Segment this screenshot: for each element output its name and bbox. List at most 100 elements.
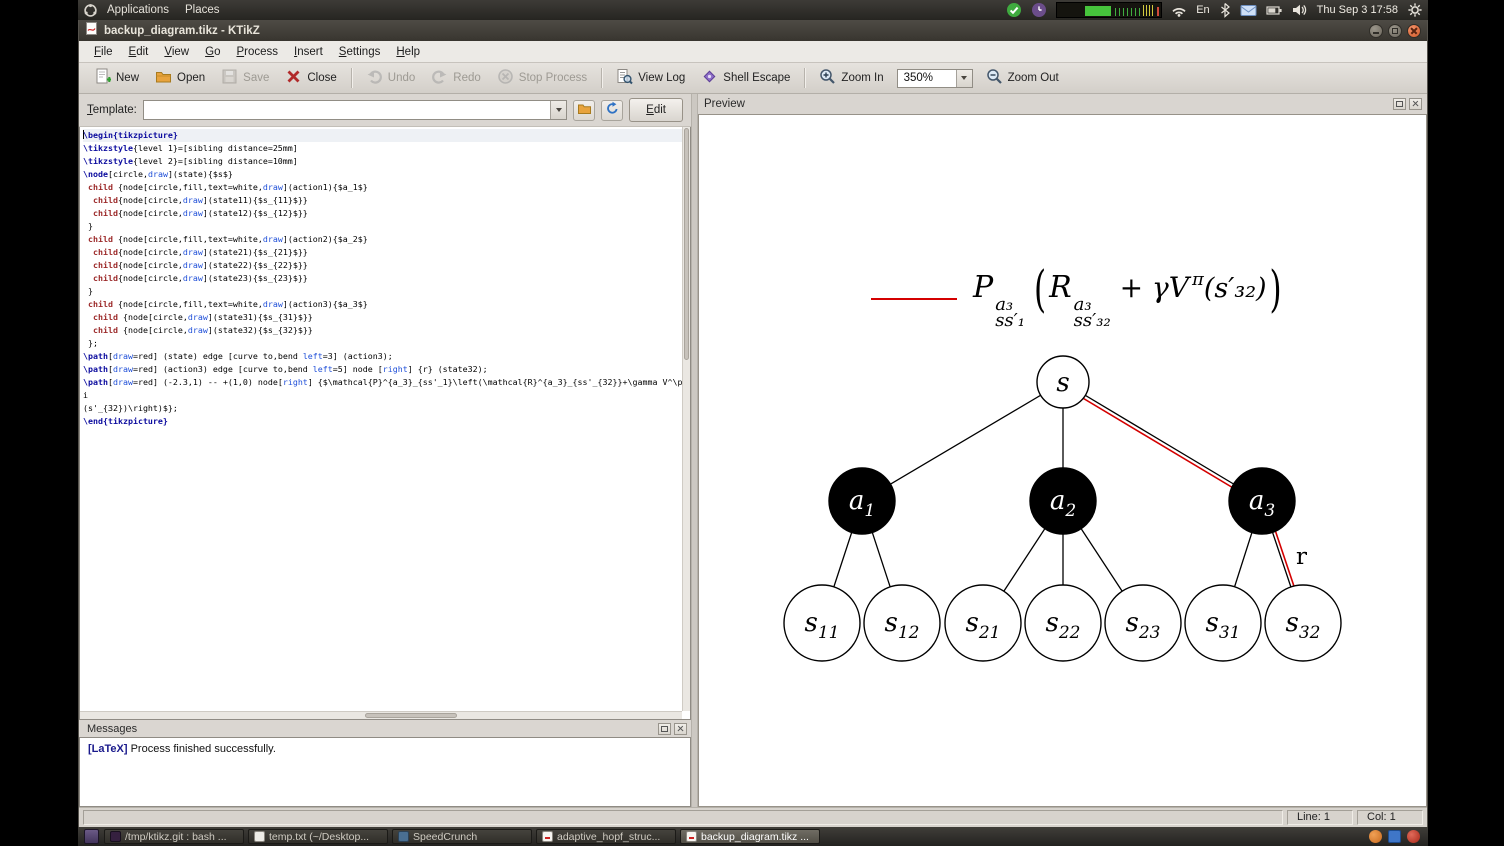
vertical-scrollbar-thumb[interactable] <box>684 128 689 360</box>
toolbar: New Open Save Close Undo Redo Stop Proce… <box>79 63 1427 94</box>
code-line-9[interactable]: child {node[circle,fill,text=white,draw]… <box>83 233 686 246</box>
show-desktop-icon[interactable] <box>84 829 99 844</box>
template-reload-button[interactable] <box>601 99 624 121</box>
clock[interactable]: Thu Sep 3 17:58 <box>1317 4 1398 16</box>
taskbar-item[interactable]: SpeedCrunch <box>392 829 532 844</box>
menu-go[interactable]: Go <box>198 44 227 60</box>
code-line-13[interactable]: } <box>83 285 686 298</box>
code-line-19[interactable]: \path[draw=red] (action3) edge [curve to… <box>83 363 686 376</box>
code-line-20[interactable]: \path[draw=red] (-2.3,1) -- +(1,0) node[… <box>83 376 686 402</box>
keyboard-layout-indicator[interactable]: En <box>1196 4 1209 16</box>
menu-process[interactable]: Process <box>229 44 285 60</box>
code-line-10[interactable]: child{node[circle,draw](state21){$s_{21}… <box>83 246 686 259</box>
wifi-icon[interactable] <box>1171 3 1187 17</box>
code-line-21[interactable]: (s'_{32})\right)$}; <box>83 402 686 415</box>
close-file-button[interactable]: Close <box>278 65 343 91</box>
taskbar-item[interactable]: temp.txt (~/Desktop... <box>248 829 388 844</box>
code-line-6[interactable]: child{node[circle,draw](state11){$s_{11}… <box>83 194 686 207</box>
close-preview-icon[interactable] <box>1409 98 1422 110</box>
window-title: backup_diagram.tikz - KTikZ <box>104 24 260 37</box>
code-line-11[interactable]: child{node[circle,draw](state22){$s_{22}… <box>83 259 686 272</box>
battery-icon[interactable] <box>1266 4 1283 17</box>
zoom-level-dropdown-arrow[interactable] <box>955 69 972 87</box>
tray-alert-icon[interactable] <box>1407 830 1420 843</box>
pane-splitter[interactable] <box>691 94 698 807</box>
taskbar-item[interactable]: adaptive_hopf_struc... <box>536 829 676 844</box>
updates-indicator-icon[interactable] <box>1006 2 1022 18</box>
bluetooth-icon[interactable] <box>1219 2 1231 18</box>
code-line-8[interactable]: } <box>83 220 686 233</box>
places-menu[interactable]: Places <box>178 0 227 20</box>
distributor-logo-icon[interactable] <box>83 3 98 18</box>
messages-title: Messages <box>87 722 138 735</box>
code-line-3[interactable]: \tikzstyle{level 2}=[sibling distance=10… <box>83 155 686 168</box>
template-dropdown-arrow[interactable] <box>550 101 567 119</box>
new-button[interactable]: New <box>87 65 146 91</box>
menu-edit[interactable]: Edit <box>122 44 156 60</box>
code-line-4[interactable]: \node[circle,draw](state){$s$} <box>83 168 686 181</box>
taskbar-item[interactable]: /tmp/ktikz.git : bash ... <box>104 829 244 844</box>
template-select[interactable] <box>142 100 568 120</box>
horizontal-scrollbar-thumb[interactable] <box>365 713 457 718</box>
menu-file[interactable]: File <box>87 44 120 60</box>
menu-insert[interactable]: Insert <box>287 44 330 60</box>
editor-vertical-scrollbar[interactable] <box>682 127 690 711</box>
system-monitor-indicator[interactable] <box>1056 2 1163 18</box>
close-messages-icon[interactable] <box>674 722 687 735</box>
template-browse-button[interactable] <box>573 99 596 121</box>
zoom-out-button[interactable]: Zoom Out <box>979 65 1066 91</box>
desktop: Applications Places En Thu Sep 3 17:58 b… <box>78 0 1428 846</box>
cursor-line-indicator: Line: 1 <box>1287 810 1353 825</box>
code-line-7[interactable]: child{node[circle,draw](state12){$s_{12}… <box>83 207 686 220</box>
taskbar-tray <box>1369 830 1422 843</box>
redo-button[interactable]: Redo <box>424 65 488 91</box>
code-line-12[interactable]: child{node[circle,draw](state23){$s_{23}… <box>83 272 686 285</box>
reload-icon <box>605 101 620 119</box>
titlebar[interactable]: backup_diagram.tikz - KTikZ <box>79 20 1427 41</box>
view-log-button[interactable]: View Log <box>609 65 692 91</box>
float-preview-icon[interactable] <box>1393 98 1406 110</box>
calc-icon <box>398 831 409 842</box>
session-gear-icon[interactable] <box>1407 2 1423 18</box>
code-line-16[interactable]: child {node[circle,draw](state32){$s_{32… <box>83 324 686 337</box>
menu-view[interactable]: View <box>157 44 196 60</box>
float-messages-icon[interactable] <box>658 722 671 735</box>
code-line-5[interactable]: child {node[circle,fill,text=white,draw]… <box>83 181 686 194</box>
code-line-17[interactable]: }; <box>83 337 686 350</box>
statusbar: Line: 1 Col: 1 <box>79 807 1427 827</box>
code-line-22[interactable]: \end{tikzpicture} <box>83 415 686 428</box>
save-button[interactable]: Save <box>214 65 276 91</box>
close-window-button[interactable] <box>1407 23 1421 38</box>
tray-app-icon[interactable] <box>1369 830 1382 843</box>
taskbar-item-label: /tmp/ktikz.git : bash ... <box>125 830 227 843</box>
messages-log: [LaTeX] Process finished successfully. <box>79 737 691 807</box>
volume-icon[interactable] <box>1292 3 1308 17</box>
editor-horizontal-scrollbar[interactable] <box>80 711 682 719</box>
undo-button[interactable]: Undo <box>359 65 423 91</box>
shell-escape-button[interactable]: Shell Escape <box>694 65 797 91</box>
applications-menu[interactable]: Applications <box>100 0 176 20</box>
tracker-indicator-icon[interactable] <box>1031 2 1047 18</box>
menu-settings[interactable]: Settings <box>332 44 388 60</box>
code-editor[interactable]: \begin{tikzpicture} \tikzstyle{level 1}=[… <box>79 127 691 720</box>
open-button[interactable]: Open <box>148 65 212 91</box>
code-line-15[interactable]: child {node[circle,draw](state31){$s_{31… <box>83 311 686 324</box>
maximize-button[interactable] <box>1388 23 1402 38</box>
code-line-1[interactable]: \begin{tikzpicture} <box>83 129 686 142</box>
taskbar-item-label: SpeedCrunch <box>413 830 478 843</box>
zoom-level-select[interactable]: 350% <box>896 68 973 88</box>
code-line-2[interactable]: \tikzstyle{level 1}=[sibling distance=25… <box>83 142 686 155</box>
stop-process-button[interactable]: Stop Process <box>490 65 594 91</box>
template-edit-button[interactable]: Edit <box>629 98 683 122</box>
code-line-14[interactable]: child {node[circle,fill,text=white,draw]… <box>83 298 686 311</box>
tray-display-icon[interactable] <box>1388 830 1401 843</box>
messages-panel-header: Messages <box>79 720 691 737</box>
minimize-button[interactable] <box>1369 23 1383 38</box>
taskbar-item[interactable]: backup_diagram.tikz ... <box>680 829 820 844</box>
code-line-18[interactable]: \path[draw=red] (state) edge [curve to,b… <box>83 350 686 363</box>
zoom-in-button[interactable]: Zoom In <box>812 65 890 91</box>
taskbar: /tmp/ktikz.git : bash ... temp.txt (~/Des… <box>78 827 1428 846</box>
mail-indicator-icon[interactable] <box>1240 4 1257 17</box>
menu-help[interactable]: Help <box>389 44 427 60</box>
code-lines[interactable]: \begin{tikzpicture} \tikzstyle{level 1}=[… <box>80 127 686 711</box>
